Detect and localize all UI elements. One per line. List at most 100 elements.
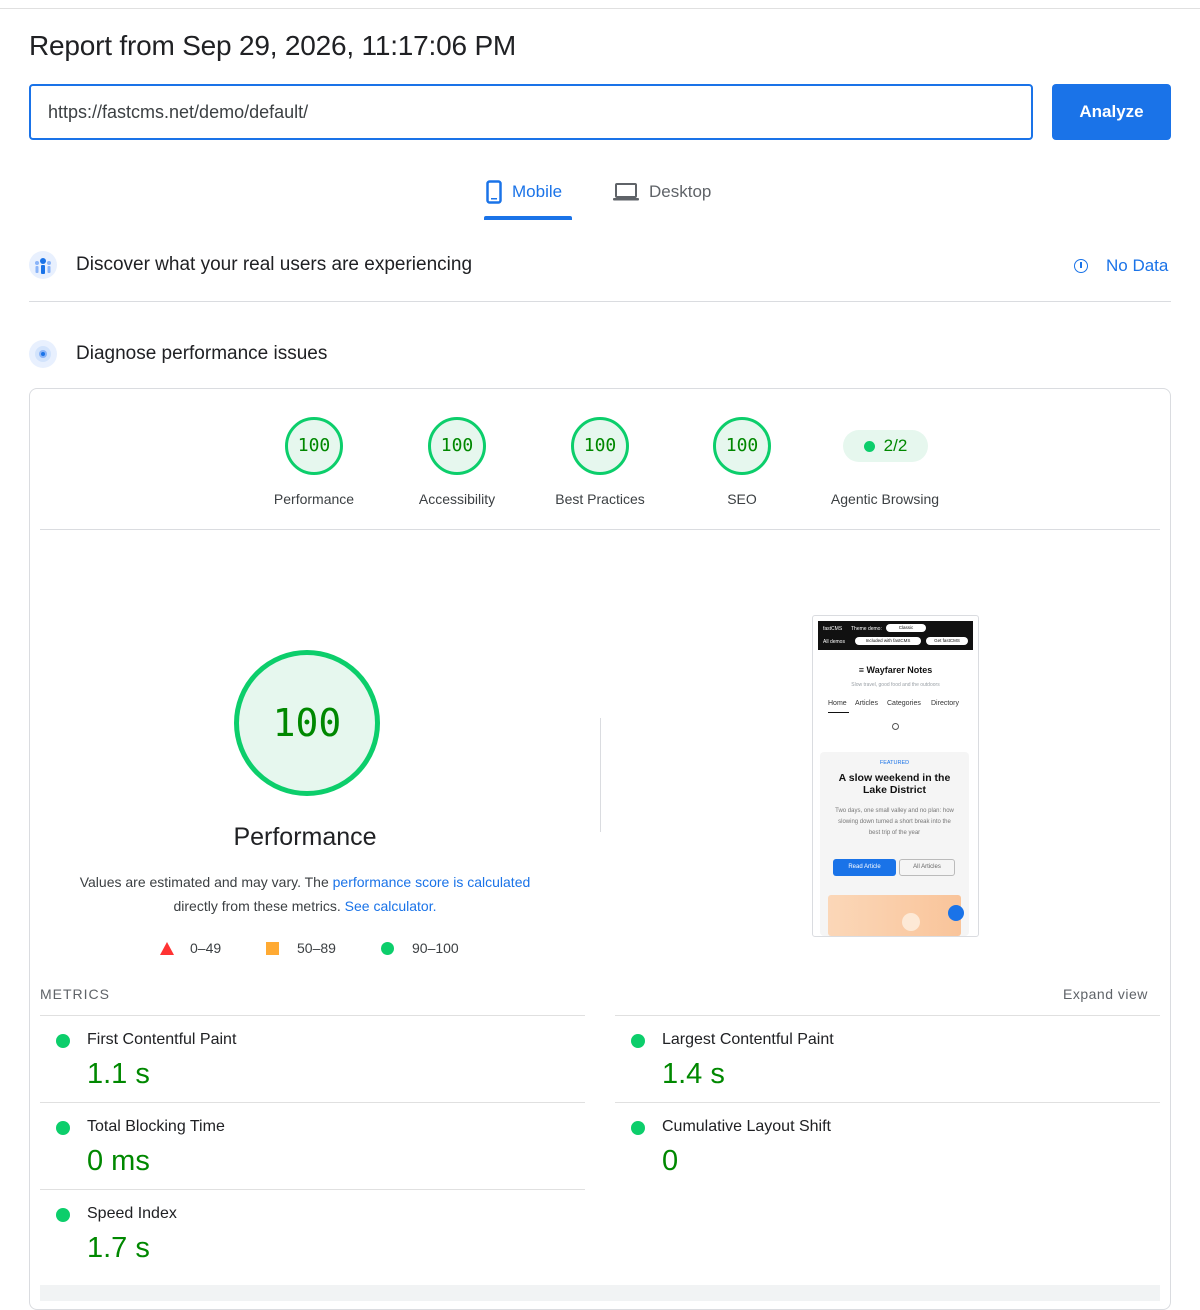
shot-theme-toggle-icon: [948, 905, 964, 921]
users-icon: [29, 251, 57, 279]
metric-divider: [615, 1015, 1160, 1016]
category-label: Performance: [273, 491, 355, 507]
section-divider: [29, 301, 1171, 302]
shot-nav-item: Articles: [855, 700, 878, 707]
category-agentic-browsing[interactable]: 2/2: [843, 430, 928, 462]
no-data-link[interactable]: No Data: [1074, 256, 1168, 276]
shot-search-icon: [892, 723, 899, 730]
tab-mobile[interactable]: Mobile: [486, 176, 562, 208]
shot-all-demos: All demos: [823, 639, 845, 645]
legend-average: 50–89: [266, 940, 336, 956]
shot-sun-shape: [902, 913, 920, 931]
average-square-icon: [266, 941, 279, 955]
seo-score-gauge: 100: [713, 417, 771, 475]
card-divider: [40, 529, 1160, 530]
category-label: SEO: [727, 491, 757, 507]
fail-triangle-icon: [160, 941, 174, 955]
legend-fail-label: 0–49: [190, 940, 222, 956]
shot-nav-underline: [828, 712, 849, 713]
performance-big-gauge: 100: [234, 650, 380, 796]
metric-name: Largest Contentful Paint: [662, 1031, 834, 1048]
category-label: Agentic Browsing: [830, 491, 940, 507]
laptop-icon: [613, 183, 639, 201]
performance-score-gauge: 100: [285, 417, 343, 475]
pass-circle-icon: [381, 941, 394, 955]
shot-site-name-text: Wayfarer Notes: [866, 665, 933, 675]
best-practices-score-gauge: 100: [571, 417, 629, 475]
desc-text: Values are estimated and may vary. The: [79, 874, 333, 890]
shot-included-pill: Included with fastCMS: [855, 637, 921, 645]
metrics-heading: METRICS: [40, 986, 110, 1002]
metric-divider: [40, 1102, 585, 1103]
metric-value: 1.7 s: [87, 1232, 150, 1264]
desc-text: directly from these metrics.: [173, 898, 345, 914]
performance-title: Performance: [233, 823, 377, 851]
legend-fail: 0–49: [160, 940, 221, 956]
pass-dot-icon: [863, 440, 875, 452]
see-calculator-link[interactable]: See calculator.: [345, 898, 437, 914]
report-title: Report from Sep 29, 2026, 11:17:06 PM: [29, 30, 517, 61]
metric-value: 1.4 s: [662, 1058, 725, 1090]
top-divider: [0, 8, 1200, 9]
screenshot-top-bar: fastCMS Theme demo: Classic All demos In…: [818, 621, 973, 650]
url-input[interactable]: https://fastcms.net/demo/default/: [29, 84, 1033, 140]
legend-average-label: 50–89: [297, 940, 336, 956]
tab-mobile-label: Mobile: [512, 182, 563, 201]
category-label: Accessibility: [418, 491, 496, 507]
score-calculated-link[interactable]: performance score is calculated: [333, 874, 531, 890]
url-input-value[interactable]: https://fastcms.net/demo/default/: [48, 102, 308, 123]
accessibility-score-gauge: 100: [428, 417, 486, 475]
category-best-practices[interactable]: 100: [571, 417, 629, 475]
final-screenshot[interactable]: fastCMS Theme demo: Classic All demos In…: [812, 615, 979, 937]
shot-nav-item: Categories: [887, 700, 921, 707]
shot-site-name: ≡ Wayfarer Notes: [858, 665, 933, 675]
shot-headline: A slow weekend in the Lake District: [838, 772, 951, 796]
shot-hero-image: [828, 895, 961, 936]
shot-nav-item: Home: [828, 700, 847, 707]
pass-dot-icon: [631, 1121, 645, 1135]
category-accessibility[interactable]: 100: [428, 417, 486, 475]
shot-theme-label: Theme demo:: [851, 626, 882, 632]
vertical-divider: [600, 718, 601, 832]
pass-dot-icon: [631, 1034, 645, 1048]
metric-divider: [615, 1102, 1160, 1103]
report-card: [29, 388, 1171, 1310]
bottom-strip: [40, 1285, 1160, 1301]
metric-value: 0 ms: [87, 1145, 150, 1177]
tab-desktop-label: Desktop: [649, 182, 712, 201]
shot-get-pill: Get fastCMS: [926, 637, 968, 645]
shot-nav-item: Directory: [931, 700, 960, 707]
metric-name: Total Blocking Time: [87, 1118, 225, 1135]
legend-pass: 90–100: [381, 940, 459, 956]
performance-description: Values are estimated and may vary. The p…: [60, 870, 550, 918]
diagnose-title: Diagnose performance issues: [76, 343, 328, 364]
lab-diagnose-icon: [29, 340, 57, 368]
shot-excerpt: Two days, one small valley and no plan: …: [835, 808, 954, 836]
shot-all-articles-button: All Articles: [899, 859, 955, 876]
tab-desktop[interactable]: Desktop: [613, 176, 711, 208]
pass-dot-icon: [56, 1208, 70, 1222]
metric-divider: [40, 1189, 585, 1190]
shot-brand: fastCMS: [823, 626, 843, 632]
field-data-title: Discover what your real users are experi…: [76, 254, 473, 275]
tab-active-indicator: [484, 216, 572, 220]
info-icon: [1074, 259, 1088, 273]
shot-featured-card: FEATURED A slow weekend in the Lake Dist…: [820, 752, 969, 936]
pass-dot-icon: [56, 1034, 70, 1048]
metric-name: Speed Index: [87, 1205, 177, 1222]
mobile-phone-icon: [486, 180, 502, 204]
metric-value: 0: [662, 1145, 679, 1177]
agentic-score: 2/2: [883, 436, 908, 455]
category-performance[interactable]: 100: [285, 417, 343, 475]
shot-read-article-button: Read Article: [833, 859, 896, 876]
category-label: Best Practices: [555, 491, 645, 507]
no-data-label: No Data: [1106, 256, 1169, 275]
shot-tagline: Slow travel, good food and the outdoors: [851, 682, 940, 688]
legend-pass-label: 90–100: [412, 940, 459, 956]
expand-view-toggle[interactable]: Expand view: [1063, 986, 1148, 1002]
category-seo[interactable]: 100: [713, 417, 771, 475]
metric-divider: [40, 1015, 585, 1016]
pass-dot-icon: [56, 1121, 70, 1135]
analyze-button[interactable]: Analyze: [1052, 84, 1171, 140]
shot-featured-label: FEATURED: [879, 760, 910, 766]
